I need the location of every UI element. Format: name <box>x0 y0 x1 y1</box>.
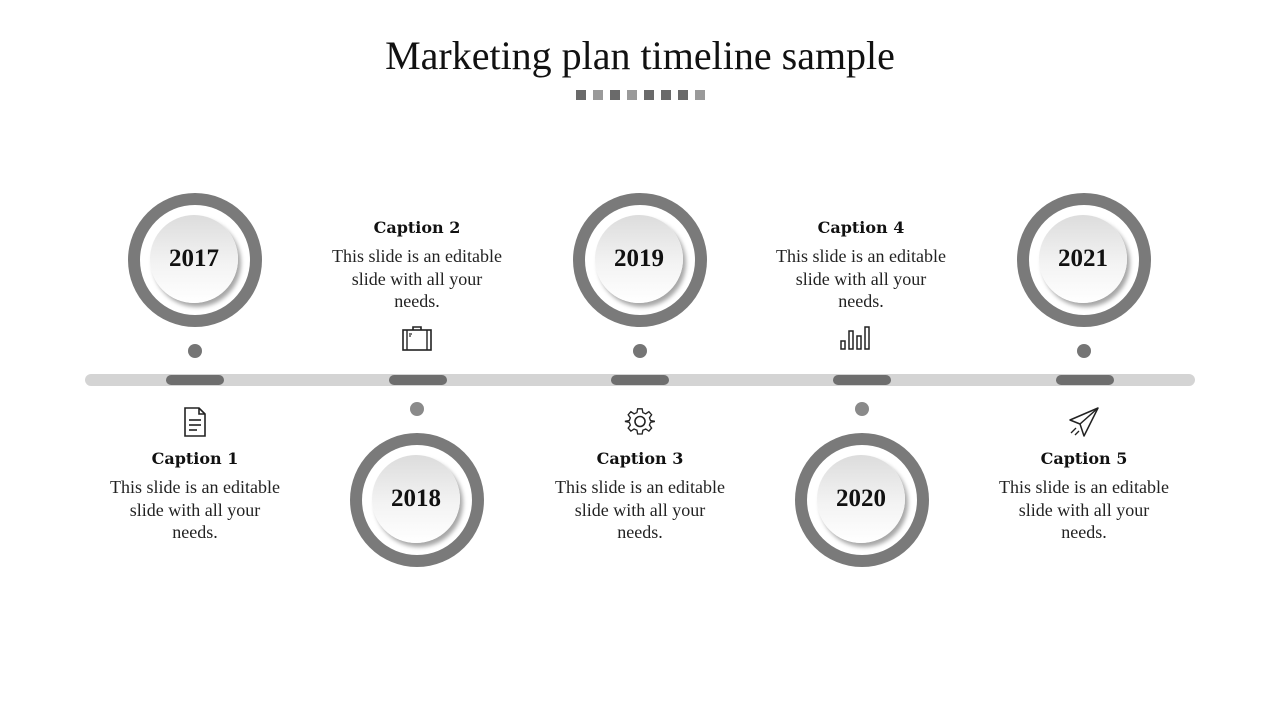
decor-square <box>627 90 637 100</box>
caption-title: Caption 1 <box>151 449 239 468</box>
caption-title: Caption 5 <box>1040 449 1128 468</box>
decorative-squares <box>576 90 705 100</box>
decor-square <box>661 90 671 100</box>
timeline-segment <box>1056 375 1114 385</box>
timeline-segment <box>833 375 891 385</box>
year-label: 2017 <box>169 245 219 272</box>
year-circle: 2017 <box>128 193 262 327</box>
document-icon <box>184 407 206 437</box>
slide-title: Marketing plan timeline sample <box>385 33 895 78</box>
decor-square <box>593 90 603 100</box>
year-label: 2018 <box>391 485 441 512</box>
connector-dot <box>188 344 202 358</box>
year-circle: 2021 <box>1017 193 1151 327</box>
connector-dot <box>855 402 869 416</box>
year-circle: 2018 <box>350 433 484 567</box>
connector-dot <box>633 344 647 358</box>
caption-title: Caption 3 <box>596 449 684 468</box>
milestone-caption: Caption 3 This slide is an editable slid… <box>555 449 725 544</box>
year-label: 2021 <box>1058 245 1108 272</box>
timeline-segment <box>611 375 669 385</box>
gear-icon <box>624 408 655 435</box>
year-circle: 2020 <box>795 433 929 567</box>
bar-chart-icon <box>840 326 870 350</box>
decor-square <box>576 90 586 100</box>
decor-square <box>695 90 705 100</box>
milestone-caption: Caption 5 This slide is an editable slid… <box>999 449 1169 544</box>
caption-text: This slide is an editable slide with all… <box>555 477 725 542</box>
timeline-segment <box>389 375 447 385</box>
milestone-caption: Caption 4 This slide is an editable slid… <box>776 218 946 313</box>
connector-dot <box>1077 344 1091 358</box>
milestone-caption: Caption 1 This slide is an editable slid… <box>110 449 280 544</box>
caption-title: Caption 2 <box>373 218 461 237</box>
decor-square <box>678 90 688 100</box>
caption-text: This slide is an editable slide with all… <box>999 477 1169 542</box>
caption-title: Caption 4 <box>817 218 905 237</box>
caption-text: This slide is an editable slide with all… <box>776 246 946 311</box>
connector-dot <box>410 402 424 416</box>
decor-square <box>644 90 654 100</box>
year-label: 2020 <box>836 485 886 512</box>
year-circle: 2019 <box>573 193 707 327</box>
caption-text: This slide is an editable slide with all… <box>332 246 502 311</box>
year-label: 2019 <box>614 245 664 272</box>
timeline-segment <box>166 375 224 385</box>
caption-text: This slide is an editable slide with all… <box>110 477 280 542</box>
paper-plane-icon <box>1069 407 1099 437</box>
decor-square <box>610 90 620 100</box>
milestone-caption: Caption 2 This slide is an editable slid… <box>332 218 502 313</box>
briefcase-icon <box>402 326 432 351</box>
